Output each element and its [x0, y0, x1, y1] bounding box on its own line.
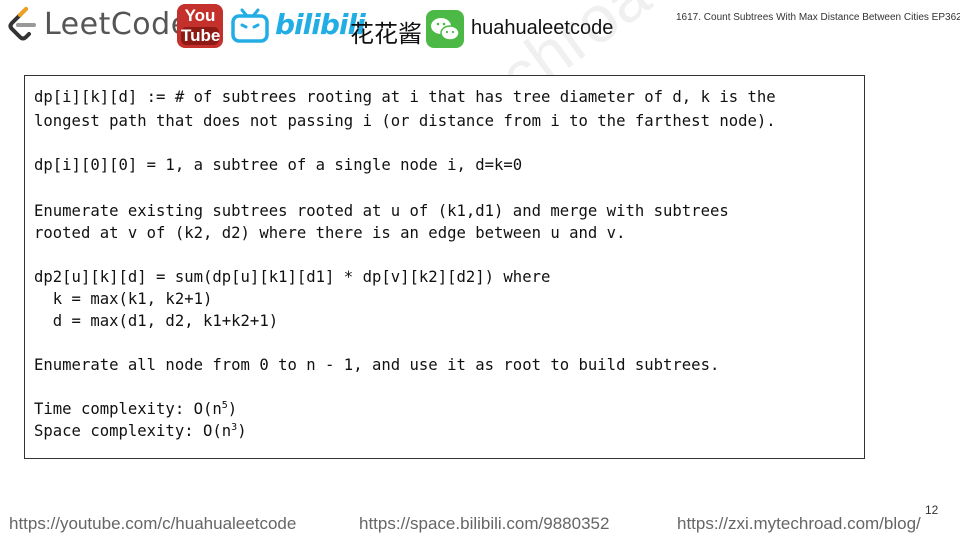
enumerate-line-2: rooted at v of (k2, d2) where there is a… — [34, 224, 626, 242]
leetcode-icon — [8, 7, 36, 41]
wechat-bubbles-icon — [431, 18, 460, 41]
definition-line-1: dp[i][k][d] := # of subtrees rooting at … — [34, 88, 776, 106]
wechat-handle: huahualeetcode — [471, 17, 614, 39]
space-complexity-line: Space complexity: O(n3) — [34, 420, 858, 442]
leetcode-wordmark: LeetCode — [44, 6, 190, 42]
youtube-logo: You Tube — [177, 4, 223, 48]
slide-content-box: dp[i][k][d] := # of subtrees rooting at … — [24, 75, 865, 459]
transition-line-2: k = max(k1, k2+1) — [34, 290, 213, 308]
header-bar: LeetCode You Tube bilibili 花花酱 huahualee… — [0, 0, 960, 56]
footer-bilibili-link[interactable]: https://space.bilibili.com/9880352 — [359, 514, 609, 534]
transition-line-3: d = max(d1, d2, k1+k2+1) — [34, 312, 279, 330]
time-complexity-prefix: Time complexity: O(n — [34, 400, 222, 418]
footer-youtube-link[interactable]: https://youtube.com/c/huahualeetcode — [9, 514, 296, 534]
time-complexity-suffix: ) — [227, 400, 238, 418]
space-complexity-suffix: ) — [237, 422, 247, 440]
youtube-logo-line1: You — [184, 6, 216, 25]
episode-title: 1617. Count Subtrees With Max Distance B… — [676, 12, 960, 23]
space-complexity-prefix: Space complexity: O(n — [34, 422, 232, 440]
definition-line-2: longest path that does not passing i (or… — [34, 112, 776, 130]
leetcode-logo: LeetCode — [6, 6, 190, 42]
wechat-icon — [426, 10, 464, 48]
bilibili-tv-icon — [231, 8, 269, 43]
footer-blog-link[interactable]: https://zxi.mytechroad.com/blog/ — [677, 514, 921, 534]
channel-name: 花花酱 — [350, 20, 422, 48]
algorithm-explanation: dp[i][k][d] := # of subtrees rooting at … — [34, 86, 858, 442]
page-number: 12 — [925, 503, 939, 517]
enumerate-roots-line: Enumerate all node from 0 to n - 1, and … — [34, 356, 720, 374]
youtube-logo-line2: Tube — [181, 26, 221, 45]
transition-line-1: dp2[u][k][d] = sum(dp[u][k1][d1] * dp[v]… — [34, 268, 551, 286]
enumerate-line-1: Enumerate existing subtrees rooted at u … — [34, 202, 729, 220]
time-complexity-line: Time complexity: O(n5) — [34, 398, 858, 420]
base-case-line: dp[i][0][0] = 1, a subtree of a single n… — [34, 156, 523, 174]
